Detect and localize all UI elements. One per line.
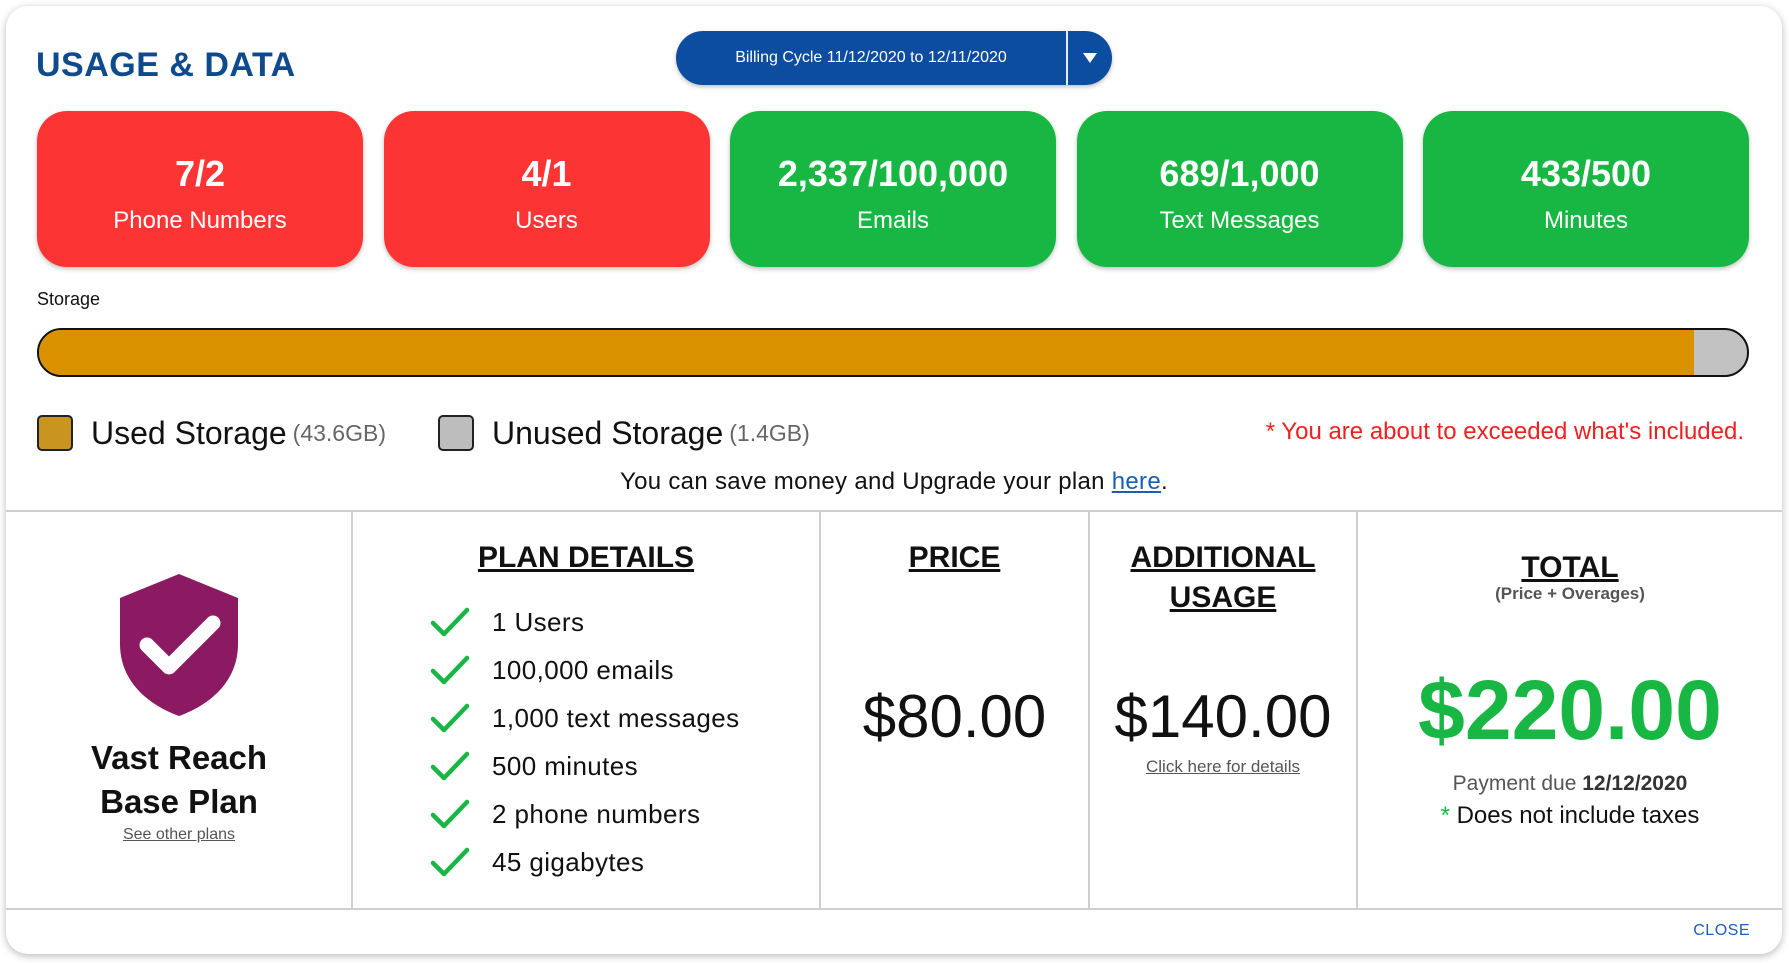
heading-line: ADDITIONAL [1130,541,1316,574]
feature-text: 100,000 emails [492,654,674,685]
storage-bar [37,328,1749,377]
feature-text: 2 phone numbers [492,798,701,829]
payment-due-date: 12/12/2020 [1582,772,1688,795]
asterisk: * [1440,802,1450,829]
payment-due: Payment due 12/12/2020 [1358,772,1782,796]
upgrade-text: You can save money and Upgrade your plan [620,468,1112,495]
payment-due-label: Payment due [1452,772,1583,795]
usage-cards: 7/2 Phone Numbers 4/1 Users 2,337/100,00… [37,111,1749,267]
usage-card-value: 433/500 [1520,153,1652,194]
upgrade-link[interactable]: here [1112,468,1161,495]
price-heading: PRICE [908,541,1001,574]
plan-details-heading: PLAN DETAILS [477,541,695,574]
legend-unused-storage: Unused Storage (1.4GB) [438,413,810,453]
upgrade-suffix: . [1161,468,1168,495]
legend-label: Used Storage [91,414,287,451]
list-item: 45 gigabytes [430,838,740,886]
storage-warning: * You are about to exceeded what's inclu… [1265,418,1744,445]
plan-name-line: Base Plan [100,783,258,820]
close-button[interactable]: CLOSE [1693,922,1750,940]
list-item: 1 Users [430,598,740,646]
billing-cycle-dropdown[interactable]: Billing Cycle 11/12/2020 to 12/11/2020 [676,31,1112,85]
heading-line: USAGE [1169,581,1277,614]
usage-card-text-messages: 689/1,000 Text Messages [1076,111,1403,267]
legend-amount: (43.6GB) [292,419,386,446]
usage-card-label: Emails [856,207,929,234]
additional-usage-amount: $140.00 [1114,683,1332,750]
check-icon [430,847,470,877]
list-item: 2 phone numbers [430,790,740,838]
usage-card-label: Minutes [1543,207,1629,234]
shield-check-icon [120,574,238,716]
used-storage-swatch [37,415,73,451]
price-amount: $80.00 [862,683,1047,750]
usage-card-phone-numbers: 7/2 Phone Numbers [37,111,363,267]
list-item: 1,000 text messages [430,694,740,742]
plan-features-list: 1 Users 100,000 emails 1,000 text messag… [430,598,740,886]
check-icon [430,799,470,829]
check-icon [430,751,470,781]
usage-card-value: 7/2 [174,153,226,194]
check-icon [430,655,470,685]
check-icon [430,703,470,733]
usage-card-users: 4/1 Users [383,111,710,267]
legend-label: Unused Storage [492,414,724,451]
check-icon [430,607,470,637]
chevron-down-icon[interactable] [1068,53,1112,63]
taxes-note-text: Does not include taxes [1449,802,1700,829]
legend-used-storage: Used Storage (43.6GB) [37,413,386,453]
usage-details-link[interactable]: Click here for details [1090,757,1356,777]
total-column: TOTAL (Price + Overages) $220.00 Payment… [1358,512,1782,908]
total-heading: TOTAL [1521,551,1619,584]
storage-label: Storage [37,289,101,309]
see-other-plans-link[interactable]: See other plans [6,826,352,844]
plan-name: Vast Reach Base Plan [6,736,352,824]
upgrade-message: You can save money and Upgrade your plan… [6,468,1782,496]
usage-card-emails: 2,337/100,000 Emails [730,111,1056,267]
plan-name-line: Vast Reach [90,739,268,776]
feature-text: 1,000 text messages [492,702,740,733]
dropdown-divider [1066,31,1068,85]
list-item: 500 minutes [430,742,740,790]
taxes-note: * Does not include taxes [1358,802,1782,830]
feature-text: 500 minutes [492,750,639,781]
page-title: USAGE & DATA [36,46,296,84]
feature-text: 45 gigabytes [492,846,645,877]
usage-card-label: Phone Numbers [113,207,287,234]
divider-bottom [6,908,1782,910]
billing-cycle-label: Billing Cycle 11/12/2020 to 12/11/2020 [735,49,1007,66]
usage-card-label: Text Messages [1159,207,1320,234]
legend-amount: (1.4GB) [729,419,810,446]
price-column: PRICE $80.00 [821,512,1088,908]
storage-used-fill [39,330,1695,375]
feature-text: 1 Users [492,606,585,637]
list-item: 100,000 emails [430,646,740,694]
usage-card-minutes: 433/500 Minutes [1423,111,1749,267]
usage-card-label: Users [515,207,578,234]
usage-modal: USAGE & DATA Billing Cycle 11/12/2020 to… [6,6,1782,954]
usage-card-value: 4/1 [521,153,572,194]
additional-usage-heading: ADDITIONAL USAGE [1090,538,1356,618]
usage-card-value: 689/1,000 [1159,153,1320,194]
usage-card-value: 2,337/100,000 [777,153,1009,194]
unused-storage-swatch [438,415,474,451]
total-amount: $220.00 [1418,663,1722,757]
total-subheading: (Price + Overages) [1495,584,1645,603]
additional-usage-column: ADDITIONAL USAGE $140.00 Click here for … [1090,512,1356,908]
